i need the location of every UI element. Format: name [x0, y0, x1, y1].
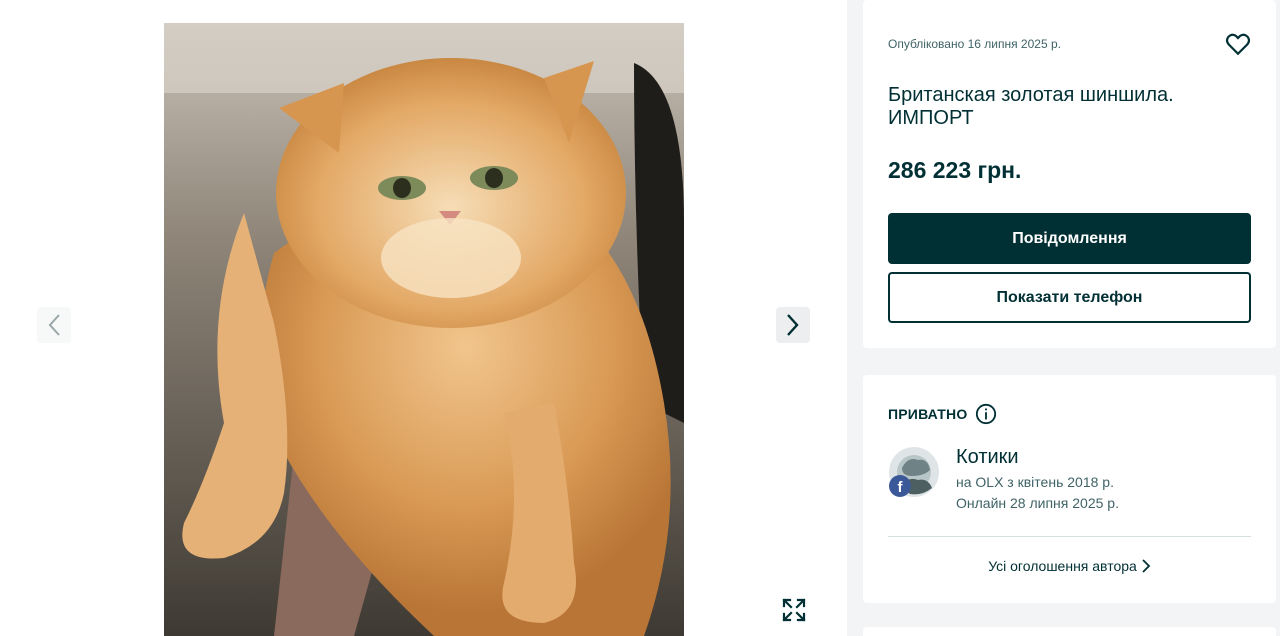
favorite-button[interactable] — [1225, 31, 1251, 57]
info-circle-icon[interactable] — [975, 403, 997, 425]
fullscreen-button[interactable] — [777, 593, 811, 627]
seller-last-online: Онлайн 28 липня 2025 р. — [956, 495, 1119, 511]
seller-type: ПРИВАТНО — [888, 403, 997, 425]
previous-photo-button[interactable] — [37, 307, 71, 343]
seller-type-label: ПРИВАТНО — [888, 406, 968, 422]
heart-outline-icon — [1225, 33, 1251, 56]
seller-member-since: на OLX з квітень 2018 р. — [956, 474, 1114, 490]
message-button[interactable]: Повідомлення — [888, 213, 1251, 264]
chevron-right-icon — [1142, 559, 1151, 573]
expand-icon — [782, 598, 806, 622]
avatar[interactable]: f — [888, 446, 940, 498]
cat-photo-image — [164, 23, 684, 636]
all-ads-label: Усі оголошення автора — [988, 558, 1137, 574]
listing-price: 286 223 грн. — [888, 157, 1022, 183]
next-photo-button[interactable] — [776, 307, 810, 343]
all-seller-ads-link[interactable]: Усі оголошення автора — [863, 558, 1276, 574]
next-card — [863, 627, 1276, 636]
divider — [888, 536, 1251, 537]
listing-photo[interactable] — [164, 23, 684, 636]
seller-name[interactable]: Котики — [956, 446, 1019, 469]
photo-gallery — [0, 0, 847, 636]
listing-title: Британская золотая шиншила. ИМПОРТ — [888, 84, 1174, 129]
facebook-badge-icon: f — [889, 475, 911, 497]
seller-avatar-image: f — [889, 447, 939, 497]
chevron-left-icon — [48, 314, 60, 336]
published-date: Опубліковано 16 липня 2025 р. — [888, 37, 1061, 51]
listing-summary-card: Опубліковано 16 липня 2025 р. Британская… — [863, 0, 1276, 348]
seller-card: ПРИВАТНО f Котики на OLX з квітень 2018 … — [863, 375, 1276, 603]
show-phone-button[interactable]: Показати телефон — [888, 272, 1251, 323]
chevron-right-icon — [787, 314, 799, 336]
